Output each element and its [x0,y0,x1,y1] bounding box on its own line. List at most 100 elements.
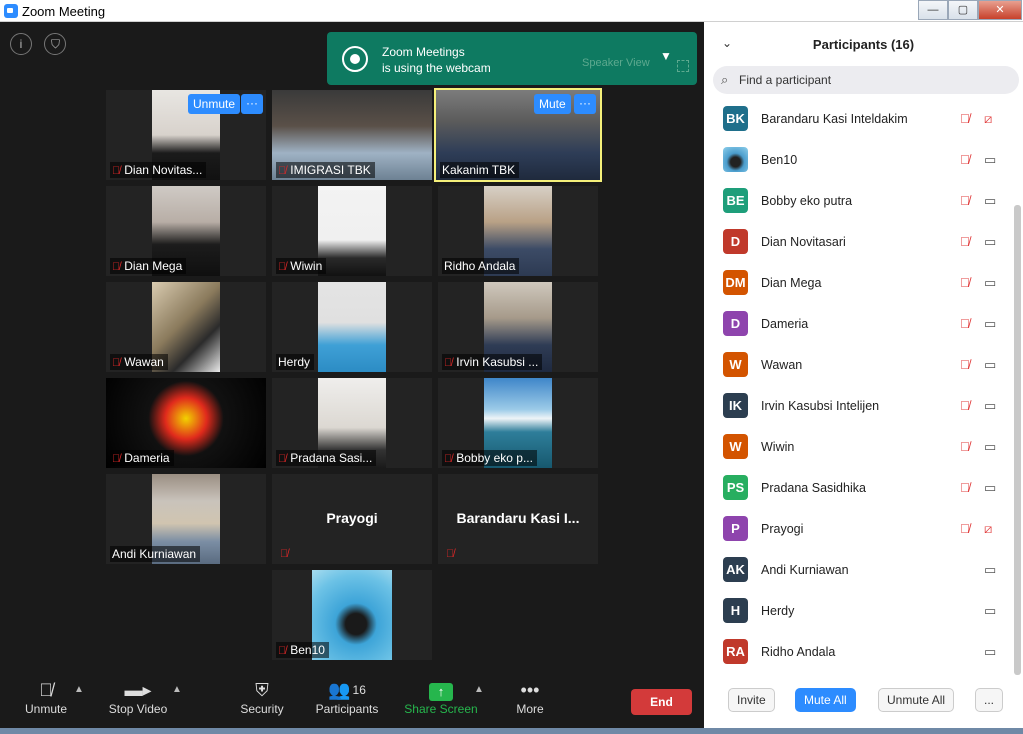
shield-icon[interactable]: ⛉ [44,33,67,55]
tile-name-label: 🎙̸ Wawan [110,354,168,370]
avatar [723,147,748,172]
mic-muted-icon: 🎙̸ [960,357,970,372]
participant-row[interactable]: W Wawan 🎙̸ ▭ [704,345,1014,386]
audio-options-caret[interactable]: ▲ [74,684,84,695]
security-button[interactable]: ⛨ Security [236,672,288,728]
more-options-button[interactable]: ··· [574,94,596,114]
mic-muted-icon: 🎙̸ [960,111,970,126]
stop-video-button[interactable]: ▬▸ Stop Video [104,672,172,728]
participant-row[interactable]: Ben10 🎙̸ ▭ [704,140,1014,181]
participant-row[interactable]: AK Andi Kurniawan ▭ [704,550,1014,591]
mic-muted-icon: 🎙̸ [960,398,970,413]
video-tile[interactable]: Herdy [272,282,432,372]
close-window-button[interactable]: ✕ [978,0,1022,20]
video-tile[interactable]: Ridho Andala [438,186,598,276]
more-button[interactable]: ••• More [508,672,552,728]
info-icon[interactable]: i [10,33,32,55]
participant-search: ⌕ [713,66,1019,94]
video-camera-icon: ▭ [984,480,997,495]
end-meeting-button[interactable]: End [631,689,692,715]
search-icon: ⌕ [721,72,729,87]
unmute-all-button[interactable]: Unmute All [878,688,955,712]
video-off-icon: ⧄ [984,521,993,536]
share-screen-button[interactable]: ↑ Share Screen [402,672,480,728]
video-tile[interactable]: 🎙̸ Bobby eko p... [438,378,598,468]
mic-muted-icon: 🎙̸ [112,453,121,465]
video-tile[interactable]: 🎙̸ Dameria [106,378,266,468]
participant-row[interactable]: DM Dian Mega 🎙̸ ▭ [704,263,1014,304]
video-feed [318,186,386,276]
video-tile[interactable]: Barandaru Kasi I... 🎙̸ [438,474,598,564]
participant-name: Ridho Andala [761,645,836,659]
video-off-icon: ⧄ [984,111,993,126]
participant-row[interactable]: W Wiwin 🎙̸ ▭ [704,427,1014,468]
video-tile[interactable]: Unmute ··· 🎙̸ Dian Novitas... [106,90,266,180]
video-tile[interactable]: 🎙̸ Wawan [106,282,266,372]
tile-center-name: Prayogi [326,510,378,526]
participant-name: Andi Kurniawan [761,563,849,577]
participants-button[interactable]: 👥 16 Participants [312,672,382,728]
video-tile[interactable]: Prayogi 🎙̸ [272,474,432,564]
video-camera-icon: ▭ [984,398,997,413]
mic-muted-icon: 🎙̸ [960,193,970,208]
chevron-down-icon[interactable]: ▼ [660,49,672,63]
participant-name: Pradana Sasidhika [761,481,866,495]
avatar: BE [723,188,748,213]
participants-icon: 👥 16 [328,680,366,700]
share-screen-icon: ↑ [402,672,480,702]
unmute-button[interactable]: 🎙̸ Unmute [18,672,74,728]
avatar: D [723,311,748,336]
mic-muted-icon: 🎙̸ [960,521,970,536]
participant-row[interactable]: RA Ridho Andala ▭ [704,632,1014,673]
participant-row[interactable]: BK Barandaru Kasi Inteldakim 🎙̸ ⧄ [704,99,1014,140]
participant-row[interactable]: PS Pradana Sasidhika 🎙̸ ▭ [704,468,1014,509]
mic-muted-icon: 🎙̸ [112,357,121,369]
participant-row[interactable]: P Prayogi 🎙̸ ⧄ [704,509,1014,550]
video-tile[interactable]: 🎙̸ IMIGRASI TBK [272,90,432,180]
maximize-button[interactable]: ▢ [948,0,978,20]
fullscreen-icon[interactable] [677,60,689,72]
participant-row[interactable]: H Herdy ▭ [704,591,1014,632]
participant-row[interactable]: IK Irvin Kasubsi Intelijen 🎙̸ ▭ [704,386,1014,427]
invite-button[interactable]: Invite [728,688,775,712]
more-options-button[interactable]: ··· [241,94,263,114]
participants-count: 16 [352,683,366,697]
participant-name: Wiwin [761,440,795,454]
mic-muted-icon: 🎙̸ [278,165,287,177]
participant-list: BK Barandaru Kasi Inteldakim 🎙̸ ⧄ Ben10 🎙̸ ▭ BE… [704,99,1014,673]
mute-all-button[interactable]: Mute All [795,688,856,712]
video-tile-active-speaker[interactable]: Mute ··· Kakanim TBK [434,88,602,182]
participant-list-scrollbar[interactable] [1014,205,1021,675]
tile-name-label: 🎙̸ Dian Mega [110,258,187,274]
video-tile[interactable]: 🎙̸ Wiwin [272,186,432,276]
share-options-caret[interactable]: ▲ [474,684,484,695]
video-tile[interactable]: 🎙̸ Irvin Kasubsi ... [438,282,598,372]
mic-muted-icon: 🎙̸ [112,261,121,273]
mute-participant-button[interactable]: Mute [534,94,571,114]
avatar: D [723,229,748,254]
video-tile[interactable]: Andi Kurniawan [106,474,266,564]
search-input[interactable] [739,70,1009,90]
minimize-button[interactable]: — [918,0,948,20]
tile-name-label: Andi Kurniawan [110,546,201,562]
participant-row[interactable]: BE Bobby eko putra 🎙̸ ▭ [704,181,1014,222]
participant-row[interactable]: D Dian Novitasari 🎙̸ ▭ [704,222,1014,263]
panel-title: Participants (16) [812,37,915,52]
video-tile[interactable]: 🎙̸ Dian Mega [106,186,266,276]
participant-name: Irvin Kasubsi Intelijen [761,399,880,413]
participant-row[interactable]: D Dameria 🎙̸ ▭ [704,304,1014,345]
participant-name: Herdy [761,604,795,618]
mic-muted-icon: 🎙̸ [278,261,287,273]
unmute-participant-button[interactable]: Unmute [188,94,241,114]
video-options-caret[interactable]: ▲ [172,684,182,695]
more-options-button[interactable]: ... [975,688,1004,712]
mic-muted-icon: 🎙̸ [960,316,970,331]
tile-name-label: 🎙̸ Bobby eko p... [442,450,537,466]
tile-center-name: Barandaru Kasi I... [456,510,580,526]
speaker-view-button[interactable]: Speaker View [582,57,650,69]
mic-muted-icon: 🎙̸ [112,165,121,177]
video-tile[interactable]: 🎙̸ Ben10 [272,570,432,660]
video-tile[interactable]: 🎙̸ Pradana Sasi... [272,378,432,468]
video-camera-icon: ▭ [984,316,997,331]
video-camera-icon: ▭ [984,152,997,167]
